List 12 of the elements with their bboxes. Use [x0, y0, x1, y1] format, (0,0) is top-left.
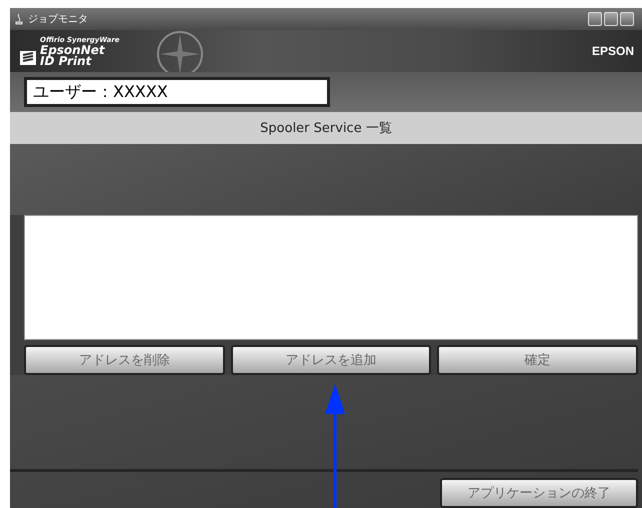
window-title: ジョブモニタ	[28, 12, 89, 26]
user-field: ユーザー：XXXXX	[24, 77, 330, 107]
product-name: EpsonNet	[40, 44, 105, 56]
action-button[interactable]: 確定	[437, 345, 638, 375]
list-header: Spooler Service 一覧	[10, 112, 642, 144]
app-icon	[14, 13, 24, 25]
exit-button[interactable]: アプリケーションの終了	[440, 478, 638, 508]
product-name: ID Print	[40, 56, 92, 66]
action-button[interactable]: アドレスを削除	[24, 345, 225, 375]
action-button[interactable]: アドレスを追加	[230, 345, 432, 375]
brand-name: EPSON	[592, 44, 634, 58]
logo-icon	[20, 50, 36, 64]
